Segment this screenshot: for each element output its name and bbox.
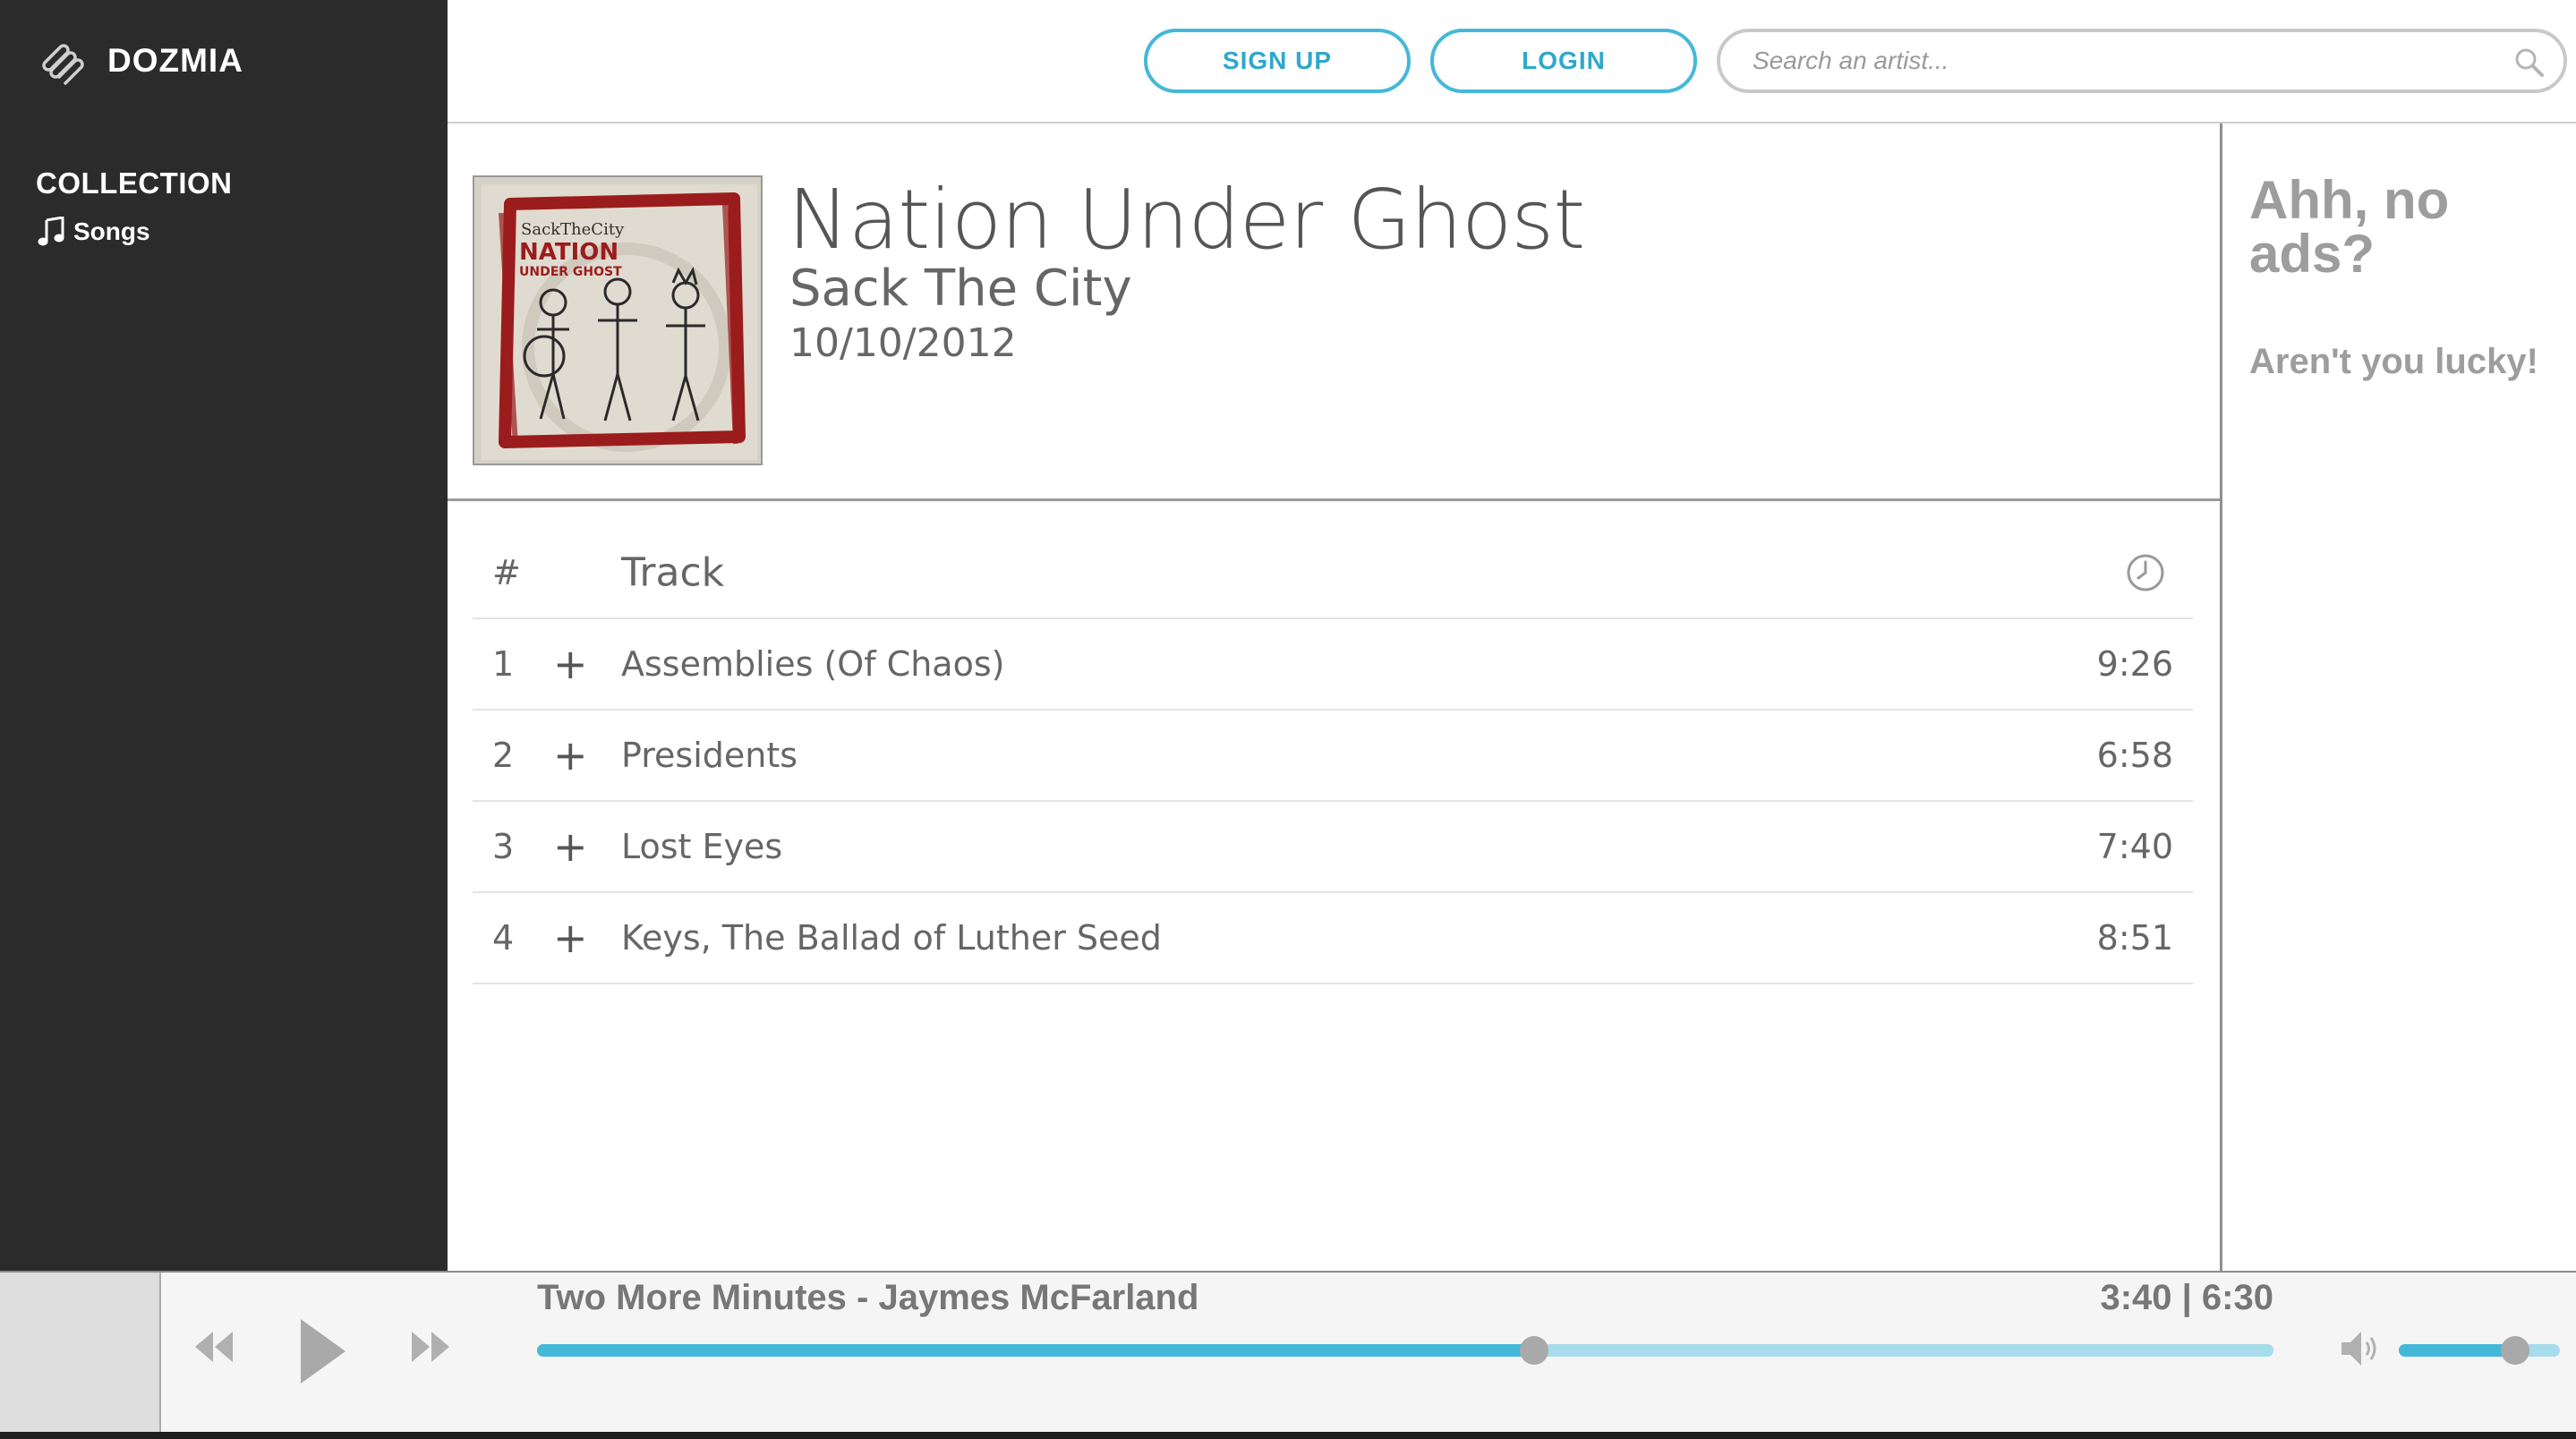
track-number: 3 — [492, 827, 515, 866]
album-cover-art: SackTheCity NATION UNDER GHOST — [474, 177, 761, 464]
track-duration: 6:58 — [2096, 736, 2173, 775]
track-number-header: # — [492, 553, 521, 592]
ad-subtitle: Aren't you lucky! — [2249, 342, 2538, 381]
album-header: SackTheCity NATION UNDER GHOST Nation Un… — [448, 125, 2220, 501]
svg-text:UNDER GHOST: UNDER GHOST — [519, 265, 622, 279]
player-bar: Two More Minutes - Jaymes McFarland 3:40… — [0, 1271, 2576, 1432]
track-number: 1 — [492, 644, 515, 684]
sidebar-item-label: Songs — [73, 217, 150, 245]
now-playing-title: Two More Minutes - Jaymes McFarland — [537, 1278, 1199, 1317]
next-track-icon[interactable] — [408, 1324, 453, 1369]
search-box — [1717, 29, 2567, 93]
dozmia-logo-icon — [42, 44, 84, 85]
add-track-button[interactable]: + — [553, 731, 588, 779]
search-input[interactable] — [1753, 32, 2486, 89]
progress-slider[interactable] — [537, 1336, 2273, 1365]
track-duration: 7:40 — [2096, 827, 2173, 866]
progress-handle[interactable] — [1519, 1336, 1548, 1365]
track-name: Lost Eyes — [621, 827, 783, 866]
music-note-icon — [38, 217, 64, 246]
progress-fill — [537, 1344, 1534, 1357]
track-list: # Track 1 + Assemblies (Of Chaos) 9:26 2… — [473, 528, 2193, 984]
top-header: SIGN UP LOGIN — [448, 0, 2576, 123]
sidebar-item-songs[interactable]: Songs — [38, 217, 150, 247]
track-duration: 8:51 — [2096, 918, 2173, 958]
track-row[interactable]: 1 + Assemblies (Of Chaos) 9:26 — [473, 619, 2193, 711]
add-track-button[interactable]: + — [553, 914, 588, 962]
ad-panel: Ahh, no ads? Aren't you lucky! — [2220, 123, 2576, 1271]
svg-text:SackTheCity: SackTheCity — [521, 220, 625, 239]
volume-icon[interactable] — [2338, 1326, 2381, 1371]
album-cover: SackTheCity NATION UNDER GHOST — [473, 175, 763, 465]
track-number: 4 — [492, 918, 515, 958]
svg-text:NATION: NATION — [519, 239, 618, 266]
nav-heading-collection: COLLECTION — [36, 166, 233, 200]
ad-title: Ahh, no ads? — [2249, 170, 2450, 284]
track-list-header: # Track — [473, 528, 2193, 619]
add-track-button[interactable]: + — [553, 640, 588, 688]
track-row[interactable]: 4 + Keys, The Ballad of Luther Seed 8:51 — [473, 893, 2193, 984]
volume-slider[interactable] — [2399, 1336, 2560, 1365]
previous-track-icon[interactable] — [192, 1324, 236, 1369]
track-name: Keys, The Ballad of Luther Seed — [621, 918, 1162, 958]
track-name: Assemblies (Of Chaos) — [621, 644, 1005, 684]
track-name-header: Track — [621, 549, 725, 596]
album-title: Nation Under Ghost — [788, 172, 1585, 268]
now-playing-artwork — [0, 1273, 161, 1432]
track-number: 2 — [492, 736, 515, 775]
album-artist-link[interactable]: Sack The City — [789, 260, 1132, 318]
search-icon[interactable] — [2513, 47, 2546, 79]
volume-handle[interactable] — [2500, 1336, 2529, 1365]
play-icon[interactable] — [295, 1316, 349, 1387]
track-row[interactable]: 2 + Presidents 6:58 — [473, 711, 2193, 802]
track-duration: 9:26 — [2096, 644, 2173, 684]
brand-name: DOZMIA — [107, 42, 243, 79]
volume-fill — [2399, 1344, 2515, 1357]
add-track-button[interactable]: + — [553, 822, 588, 871]
track-name: Presidents — [621, 736, 798, 775]
clock-icon — [2127, 554, 2164, 592]
sign-up-button[interactable]: SIGN UP — [1144, 29, 1411, 93]
sidebar: DOZMIA COLLECTION Songs — [0, 0, 448, 1271]
album-release-date: 10/10/2012 — [789, 320, 1017, 366]
login-button[interactable]: LOGIN — [1430, 29, 1697, 93]
bottom-strip — [0, 1432, 2576, 1439]
brand[interactable]: DOZMIA — [38, 36, 243, 86]
playback-time: 3:40 | 6:30 — [2100, 1278, 2273, 1317]
track-row[interactable]: 3 + Lost Eyes 7:40 — [473, 802, 2193, 893]
